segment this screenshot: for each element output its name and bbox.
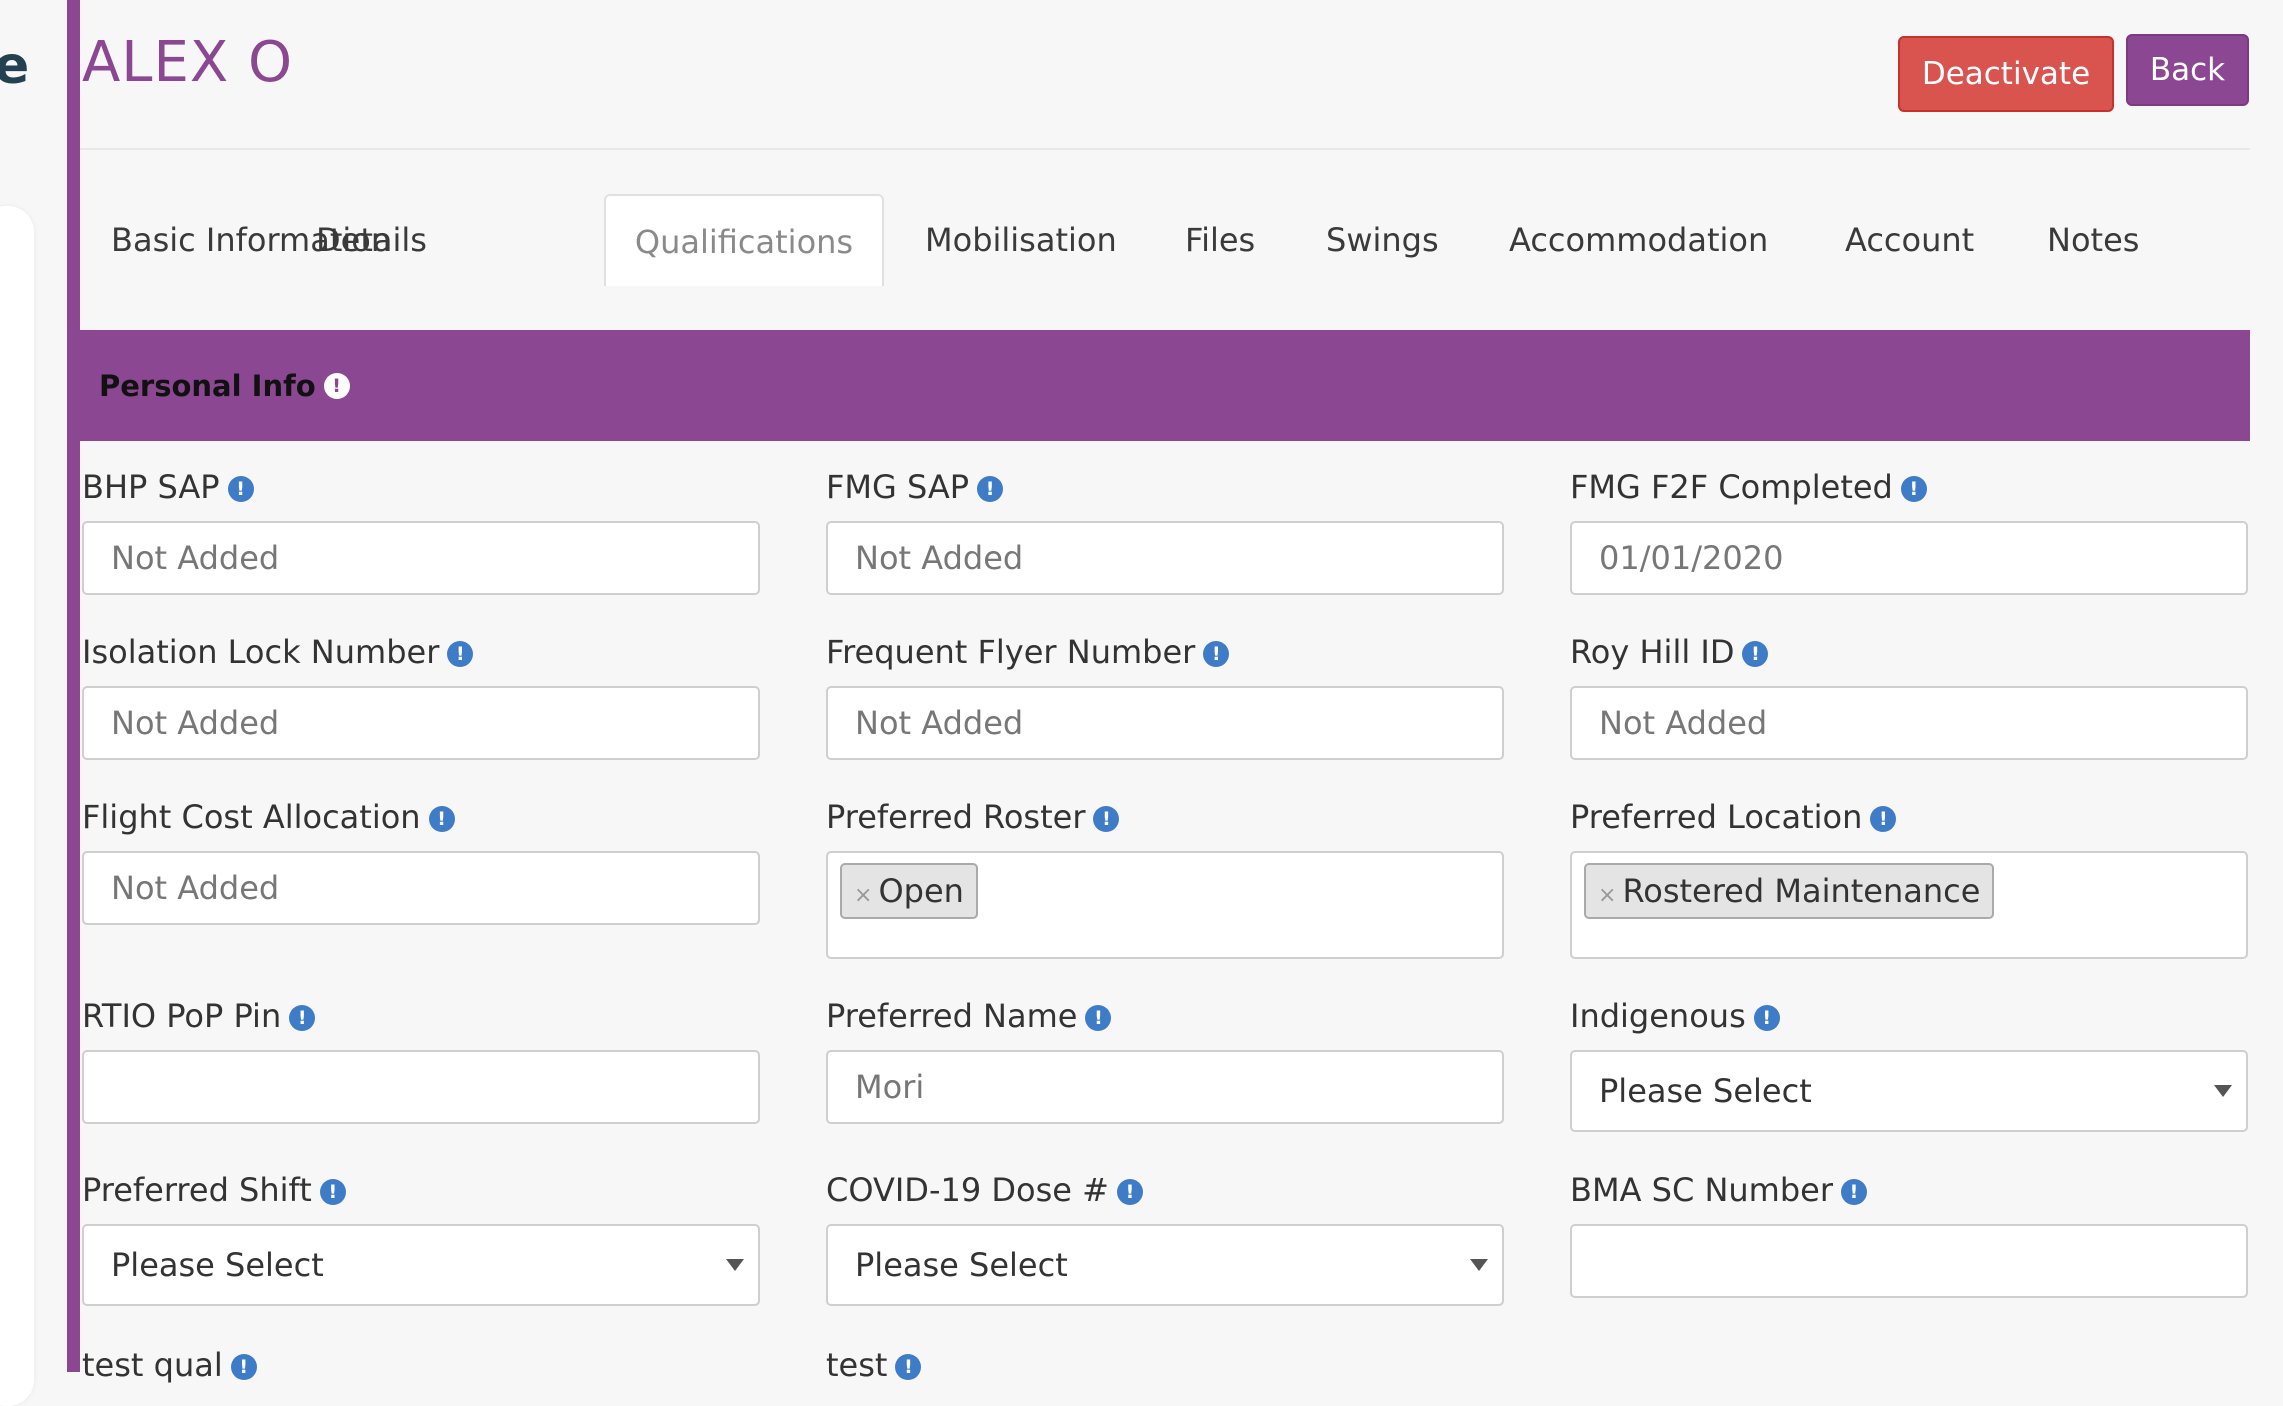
header-divider: [80, 148, 2250, 150]
field-label-text: Preferred Location: [1570, 798, 1863, 836]
info-icon[interactable]: !: [1085, 1005, 1112, 1031]
field-label-text: FMG F2F Completed: [1570, 468, 1893, 506]
bma-sc-number-label: BMA SC Number!: [1570, 1171, 1867, 1209]
preferred-shift-label: Preferred Shift!: [82, 1171, 346, 1209]
info-icon[interactable]: !: [1900, 476, 1927, 502]
select-value: Please Select: [1599, 1072, 1812, 1110]
fmg-sap-label: FMG SAP!: [826, 468, 1004, 506]
preferred-shift-select[interactable]: Please Select: [82, 1224, 760, 1306]
tab-notes[interactable]: Notes: [2047, 194, 2139, 286]
close-icon[interactable]: ×: [854, 883, 872, 908]
indigenous-select[interactable]: Please Select: [1570, 1050, 2248, 1132]
field-label-text: COVID-19 Dose #: [826, 1171, 1109, 1209]
isolation-lock-field[interactable]: Not Added: [82, 686, 760, 760]
field-label-text: FMG SAP: [826, 468, 970, 506]
tag-label: Open: [878, 872, 964, 910]
field-label-text: Indigenous: [1570, 997, 1746, 1035]
indigenous-label: Indigenous!: [1570, 997, 1780, 1035]
fmg-f2f-date-field[interactable]: 01/01/2020: [1570, 521, 2248, 595]
info-icon[interactable]: !: [895, 1354, 922, 1380]
info-icon[interactable]: !: [1093, 806, 1120, 832]
frequent-flyer-field[interactable]: Not Added: [826, 686, 1504, 760]
tab-qualifications[interactable]: Qualifications: [604, 194, 884, 286]
sidebar-logo-fragment: e: [0, 36, 30, 96]
rtio-pop-pin-label: RTIO PoP Pin!: [82, 997, 316, 1035]
sidebar-panel: [0, 206, 34, 1406]
preferred-roster-multiselect[interactable]: × Open: [826, 851, 1504, 959]
flight-cost-field[interactable]: Not Added: [82, 851, 760, 925]
preferred-location-multiselect[interactable]: × Rostered Maintenance: [1570, 851, 2248, 959]
info-icon[interactable]: !: [1870, 806, 1897, 832]
left-sidebar: e: [0, 0, 68, 1406]
flight-cost-label: Flight Cost Allocation!: [82, 798, 455, 836]
tag-label: Rostered Maintenance: [1622, 872, 1981, 910]
fmg-sap-field[interactable]: Not Added: [826, 521, 1504, 595]
info-icon[interactable]: !: [289, 1005, 316, 1031]
isolation-lock-label: Isolation Lock Number!: [82, 633, 474, 671]
info-icon[interactable]: !: [230, 1354, 257, 1380]
info-icon[interactable]: !: [1116, 1179, 1143, 1205]
field-label-text: Isolation Lock Number: [82, 633, 440, 671]
select-value: Please Select: [111, 1246, 324, 1284]
tab-accommodation[interactable]: Accommodation: [1509, 194, 1768, 286]
field-label-text: Roy Hill ID: [1570, 633, 1735, 671]
page-title: ALEX O: [82, 30, 294, 95]
field-label-text: RTIO PoP Pin: [82, 997, 282, 1035]
preferred-name-field[interactable]: Mori: [826, 1050, 1504, 1124]
field-label-text: Preferred Roster: [826, 798, 1086, 836]
info-icon[interactable]: !: [428, 806, 455, 832]
field-label-text: test: [826, 1346, 888, 1384]
field-label-text: Preferred Shift: [82, 1171, 312, 1209]
caret-down-icon: [1470, 1259, 1488, 1271]
preferred-location-label: Preferred Location!: [1570, 798, 1897, 836]
info-icon[interactable]: !: [1203, 641, 1230, 667]
info-icon[interactable]: !: [1753, 1005, 1780, 1031]
tab-bar: Basic Information Details Qualifications…: [80, 194, 2250, 286]
info-icon[interactable]: !: [323, 372, 350, 399]
deactivate-button[interactable]: Deactivate: [1898, 36, 2114, 112]
field-label-text: Flight Cost Allocation: [82, 798, 421, 836]
selected-tag: × Rostered Maintenance: [1584, 863, 1995, 919]
select-value: Please Select: [855, 1246, 1068, 1284]
tab-details[interactable]: Details: [316, 194, 427, 286]
preferred-name-label: Preferred Name!: [826, 997, 1112, 1035]
field-label-text: Preferred Name: [826, 997, 1078, 1035]
field-label-text: Frequent Flyer Number: [826, 633, 1196, 671]
bma-sc-number-field[interactable]: [1570, 1224, 2248, 1298]
field-label-text: test qual: [82, 1346, 223, 1384]
frequent-flyer-label: Frequent Flyer Number!: [826, 633, 1230, 671]
caret-down-icon: [726, 1259, 744, 1271]
roy-hill-id-label: Roy Hill ID!: [1570, 633, 1769, 671]
info-icon[interactable]: !: [1742, 641, 1769, 667]
info-icon[interactable]: !: [1841, 1179, 1867, 1205]
section-header-personal-info: Personal Info !: [80, 330, 2250, 441]
info-icon[interactable]: !: [319, 1179, 346, 1205]
close-icon[interactable]: ×: [1598, 883, 1616, 908]
info-icon[interactable]: !: [447, 641, 474, 667]
section-title: Personal Info: [99, 368, 316, 403]
test-label: test!: [826, 1346, 922, 1384]
selected-tag: × Open: [840, 863, 978, 919]
accent-bar: [67, 0, 80, 1372]
test-qual-label: test qual!: [82, 1346, 257, 1384]
bhp-sap-label: BHP SAP!: [82, 468, 254, 506]
info-icon[interactable]: !: [227, 476, 254, 502]
roy-hill-id-field[interactable]: Not Added: [1570, 686, 2248, 760]
tab-mobilisation[interactable]: Mobilisation: [925, 194, 1117, 286]
field-label-text: BHP SAP: [82, 468, 220, 506]
back-button[interactable]: Back: [2126, 34, 2249, 106]
tab-account[interactable]: Account: [1845, 194, 1974, 286]
bhp-sap-field[interactable]: Not Added: [82, 521, 760, 595]
covid-dose-select[interactable]: Please Select: [826, 1224, 1504, 1306]
tab-files[interactable]: Files: [1185, 194, 1255, 286]
fmg-f2f-label: FMG F2F Completed!: [1570, 468, 1927, 506]
rtio-pop-pin-field[interactable]: [82, 1050, 760, 1124]
tab-swings[interactable]: Swings: [1326, 194, 1439, 286]
preferred-roster-label: Preferred Roster!: [826, 798, 1120, 836]
info-icon[interactable]: !: [977, 476, 1004, 502]
caret-down-icon: [2214, 1085, 2232, 1097]
covid-dose-label: COVID-19 Dose #!: [826, 1171, 1143, 1209]
field-label-text: BMA SC Number: [1570, 1171, 1833, 1209]
